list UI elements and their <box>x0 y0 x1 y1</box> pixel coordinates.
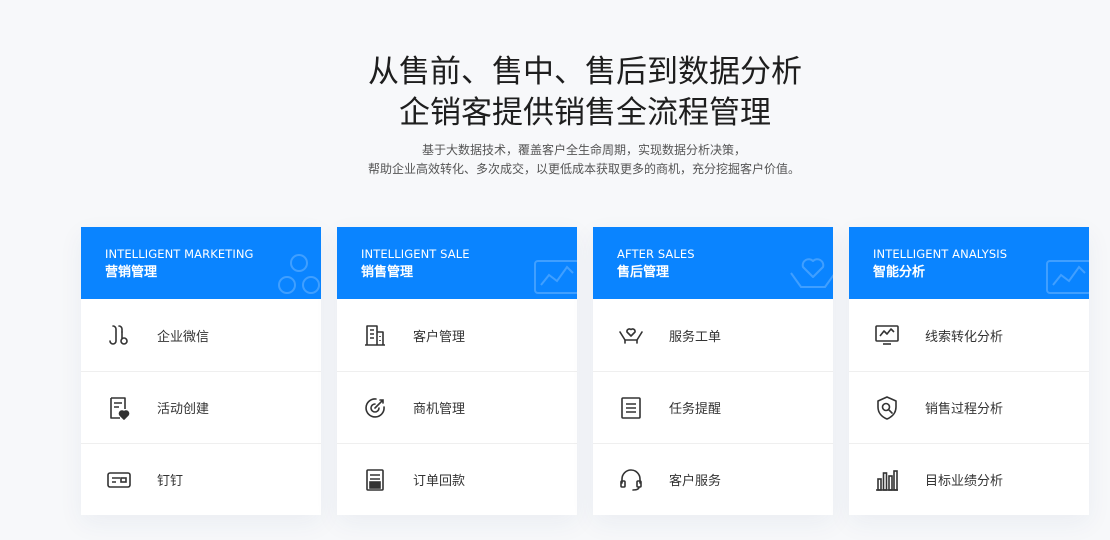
card-sale: INTELLIGENT SALE 销售管理 客户管理 商机管理 订单回款 <box>337 227 577 515</box>
page-subtitle: 基于大数据技术，覆盖客户全生命周期，实现数据分析决策， 帮助企业高效转化、多次成… <box>0 141 1110 179</box>
card-english-title: INTELLIGENT SALE <box>361 247 470 261</box>
list-item-activity-create[interactable]: 活动创建 <box>81 371 321 443</box>
card-header: INTELLIGENT MARKETING 营销管理 <box>81 227 321 299</box>
list-item-label: 活动创建 <box>157 402 210 417</box>
card-marketing: INTELLIGENT MARKETING 营销管理 企业微信 活动创建 钉钉 <box>81 227 321 515</box>
activity-create-icon <box>105 394 133 422</box>
card-chinese-title: 智能分析 <box>873 265 926 280</box>
page-title: 从售前、售中、售后到数据分析 企销客提供销售全流程管理 <box>0 52 1110 134</box>
card-chinese-title: 销售管理 <box>361 265 414 280</box>
hands-heart-icon <box>617 321 645 349</box>
list-item-label: 客户管理 <box>413 329 466 345</box>
list-item-label: 企业微信 <box>157 329 210 345</box>
hands-heart-decoration-icon <box>790 258 833 288</box>
task-list-icon <box>617 394 645 422</box>
wechat-work-icon <box>105 321 133 349</box>
card-header: INTELLIGENT SALE 销售管理 <box>337 227 577 299</box>
list-item-lead-conversion-analysis[interactable]: 线索转化分析 <box>849 299 1089 371</box>
list-item-dingtalk[interactable]: 钉钉 <box>81 443 321 515</box>
page-title-line1: 从售前、售中、售后到数据分析 <box>368 54 802 90</box>
list-item-label: 销售过程分析 <box>925 402 1004 417</box>
headset-icon <box>617 466 645 494</box>
building-icon <box>361 321 389 349</box>
list-item-label: 任务提醒 <box>669 402 722 417</box>
chart-decoration-icon <box>1046 260 1089 294</box>
card-analysis: INTELLIGENT ANALYSIS 智能分析 线索转化分析 销售过程分析 … <box>849 227 1089 515</box>
list-item-label: 目标业绩分析 <box>925 474 1004 489</box>
bar-chart-icon <box>873 466 901 494</box>
card-chinese-title: 售后管理 <box>617 265 670 280</box>
chart-decoration-icon <box>534 260 577 294</box>
card-english-title: INTELLIGENT MARKETING <box>105 247 254 261</box>
shield-search-icon <box>873 394 901 422</box>
list-item-label: 客户服务 <box>669 474 722 489</box>
list-item-label: 钉钉 <box>157 474 184 489</box>
monitor-chart-icon <box>873 321 901 349</box>
list-item-customer-service[interactable]: 客户服务 <box>593 443 833 515</box>
receipt-icon <box>361 466 389 494</box>
page-title-line2: 企销客提供销售全流程管理 <box>399 95 771 131</box>
feature-cards: INTELLIGENT MARKETING 营销管理 企业微信 活动创建 钉钉 … <box>81 227 1089 515</box>
list-item-label: 商机管理 <box>413 402 466 417</box>
list-item-order-payment[interactable]: 订单回款 <box>337 443 577 515</box>
card-header: INTELLIGENT ANALYSIS 智能分析 <box>849 227 1089 299</box>
list-item-task-reminder[interactable]: 任务提醒 <box>593 371 833 443</box>
page-subtitle-line2: 帮助企业高效转化、多次成交，以更低成本获取更多的商机，充分挖掘客户价值。 <box>367 162 800 176</box>
list-item-customer-management[interactable]: 客户管理 <box>337 299 577 371</box>
list-item-label: 订单回款 <box>413 474 466 489</box>
list-item-target-performance-analysis[interactable]: 目标业绩分析 <box>849 443 1089 515</box>
list-item-label: 服务工单 <box>669 329 722 345</box>
list-item-opportunity-management[interactable]: 商机管理 <box>337 371 577 443</box>
target-icon <box>361 394 389 422</box>
list-item-sales-process-analysis[interactable]: 销售过程分析 <box>849 371 1089 443</box>
network-decoration-icon <box>278 254 320 294</box>
dingtalk-icon <box>105 466 133 494</box>
card-header: AFTER SALES 售后管理 <box>593 227 833 299</box>
card-english-title: AFTER SALES <box>617 247 695 261</box>
card-chinese-title: 营销管理 <box>105 265 158 280</box>
list-item-wechat-work[interactable]: 企业微信 <box>81 299 321 371</box>
list-item-label: 线索转化分析 <box>925 329 1004 345</box>
page-subtitle-line1: 基于大数据技术，覆盖客户全生命周期，实现数据分析决策， <box>421 143 746 157</box>
card-english-title: INTELLIGENT ANALYSIS <box>873 247 1008 261</box>
card-after-sales: AFTER SALES 售后管理 服务工单 任务提醒 客户服务 <box>593 227 833 515</box>
list-item-service-ticket[interactable]: 服务工单 <box>593 299 833 371</box>
